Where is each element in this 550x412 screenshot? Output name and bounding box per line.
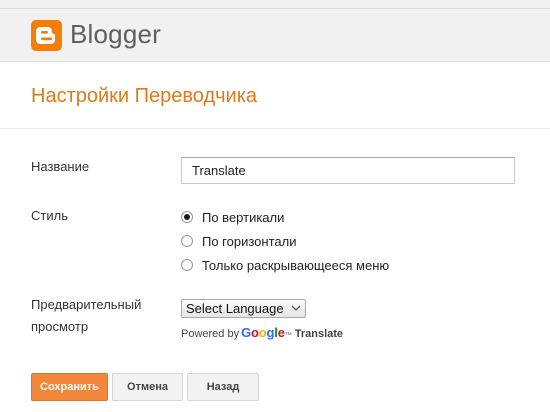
back-button[interactable]: Назад [187,373,259,401]
google-logo: Google [241,325,285,340]
chevron-down-icon [291,305,301,311]
cancel-button[interactable]: Отмена [112,373,183,401]
style-option-vertical[interactable]: По вертикали [181,209,284,225]
powered-by-google-translate: Powered by Google ™ Translate [181,325,343,340]
style-option-label: По горизонтали [202,233,297,249]
preview-label-line1: Предварительный [31,297,142,312]
style-option-dropdown-only[interactable]: Только раскрывающееся меню [181,257,389,273]
style-option-horizontal[interactable]: По горизонтали [181,233,296,249]
preview-label-line2: просмотр [31,319,89,334]
translate-brand-text[interactable]: Translate [295,328,343,340]
blogger-logo-text[interactable]: Blogger [70,19,161,50]
blogger-logo-icon[interactable] [31,20,62,51]
name-label: Название [31,159,90,174]
language-select-value: Select Language [186,301,284,316]
style-option-label: По вертикали [202,209,285,225]
trademark-symbol: ™ [284,332,292,339]
save-button[interactable]: Сохранить [31,373,108,401]
powered-by-text: Powered by [181,328,240,340]
language-select[interactable]: Select Language [181,299,306,318]
page-title: Настройки Переводчика [31,85,258,107]
name-input[interactable] [181,157,515,184]
top-bar: Blogger [0,0,550,62]
radio-button[interactable] [181,259,193,271]
title-divider [0,128,550,129]
style-label: Стиль [31,208,68,223]
style-option-label: Только раскрывающееся меню [202,257,390,273]
radio-button-checked[interactable] [181,211,193,223]
radio-button[interactable] [181,235,193,247]
